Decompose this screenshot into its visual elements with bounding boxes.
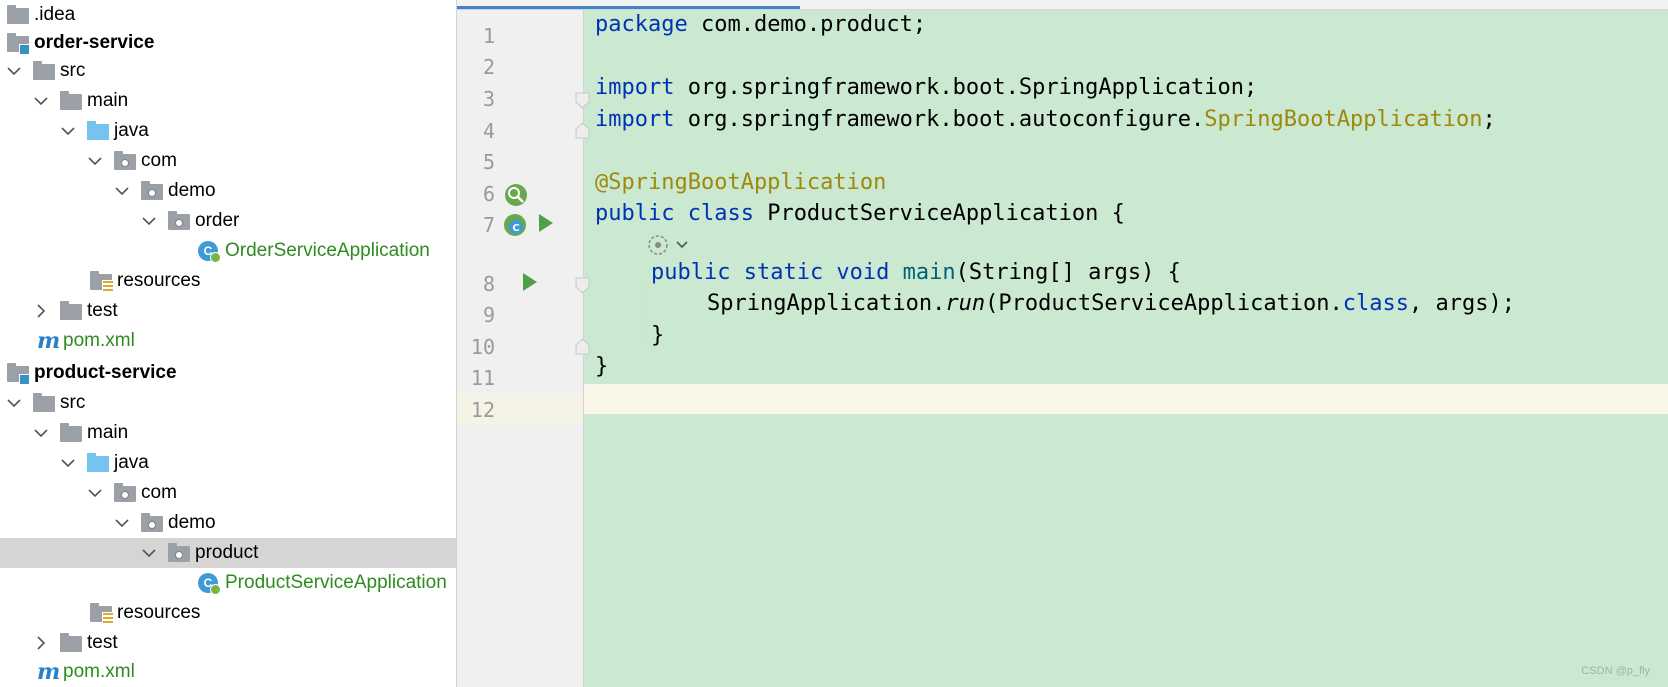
fold-marker-icon[interactable]: [575, 92, 590, 109]
tree-item-product-service-application[interactable]: C ProductServiceApplication: [0, 568, 456, 598]
tree-item-com[interactable]: com: [0, 478, 456, 508]
folder-icon: [6, 4, 30, 26]
tree-item-java[interactable]: java: [0, 116, 456, 146]
current-line-highlight: [584, 384, 1668, 414]
tree-item-order-service[interactable]: order-service: [0, 28, 456, 58]
source-folder-icon: [86, 120, 110, 142]
tree-item-pom[interactable]: m pom.xml: [0, 657, 456, 687]
tree-item-demo[interactable]: demo: [0, 508, 456, 538]
module-folder-icon: [6, 362, 30, 385]
folder-icon: [32, 392, 56, 414]
code-editor[interactable]: 1 2 3 4 5 6 7 8 9 10 11 12 C package com…: [457, 0, 1668, 687]
line-number: 7: [482, 213, 495, 237]
tree-item-idea[interactable]: .idea: [0, 0, 456, 30]
tree-item-main[interactable]: main: [0, 86, 456, 116]
tree-item-main[interactable]: main: [0, 418, 456, 448]
tree-item-com[interactable]: com: [0, 146, 456, 176]
line-number: 1: [482, 24, 495, 48]
line-number: 8: [482, 272, 495, 296]
source-folder-icon: [86, 452, 110, 474]
run-class-icon[interactable]: [539, 214, 553, 232]
chevron-down-icon[interactable]: [141, 538, 157, 568]
package-icon: [167, 542, 191, 564]
spring-bean-search-icon[interactable]: [503, 182, 529, 208]
line-number: 6: [482, 182, 495, 206]
folder-icon: [59, 300, 83, 322]
indent-guide: [646, 287, 647, 343]
maven-icon: m: [37, 328, 61, 354]
chevron-down-icon[interactable]: [60, 448, 76, 478]
tree-item-resources[interactable]: resources: [0, 598, 456, 628]
tree-item-src[interactable]: src: [0, 56, 456, 86]
tree-item-order[interactable]: order: [0, 206, 456, 236]
package-icon: [140, 512, 164, 534]
code-line-4[interactable]: import org.springframework.boot.autoconf…: [595, 105, 1496, 135]
code-line-10[interactable]: }: [651, 321, 664, 351]
tree-item-src[interactable]: src: [0, 388, 456, 418]
code-line-3[interactable]: import org.springframework.boot.SpringAp…: [595, 73, 1257, 103]
tree-item-resources[interactable]: resources: [0, 266, 456, 296]
line-number: 12: [470, 398, 495, 422]
chevron-down-icon[interactable]: [141, 206, 157, 236]
chevron-down-icon[interactable]: [60, 116, 76, 146]
chevron-down-icon[interactable]: [6, 388, 22, 418]
editor-gutter[interactable]: 1 2 3 4 5 6 7 8 9 10 11 12 C: [457, 10, 590, 687]
package-icon: [113, 150, 137, 172]
chevron-down-icon[interactable]: [6, 56, 22, 86]
package-icon: [140, 180, 164, 202]
line-number: 2: [482, 55, 495, 79]
tree-item-java[interactable]: java: [0, 448, 456, 478]
line-number: 9: [482, 303, 495, 327]
tree-item-demo[interactable]: demo: [0, 176, 456, 206]
code-line-11[interactable]: }: [595, 352, 608, 382]
tree-item-pom[interactable]: m pom.xml: [0, 326, 456, 356]
package-icon: [167, 210, 191, 232]
code-line-6[interactable]: @SpringBootApplication: [595, 168, 886, 198]
chevron-down-icon[interactable]: [114, 176, 130, 206]
tree-item-order-service-application[interactable]: C OrderServiceApplication: [0, 236, 456, 266]
chevron-down-icon[interactable]: [87, 478, 103, 508]
tree-item-test[interactable]: test: [0, 628, 456, 658]
tree-item-test[interactable]: test: [0, 296, 456, 326]
fold-marker-icon[interactable]: [575, 122, 590, 139]
active-tab-indicator[interactable]: [457, 6, 800, 9]
module-folder-icon: [6, 32, 30, 55]
tree-item-product-service[interactable]: product-service: [0, 358, 456, 388]
maven-icon: m: [37, 659, 61, 685]
chevron-down-icon[interactable]: [33, 418, 49, 448]
resources-folder-icon: [89, 270, 114, 293]
line-number: 11: [470, 366, 495, 390]
line-number: 4: [482, 119, 495, 143]
folder-icon: [59, 422, 83, 444]
chevron-down-icon[interactable]: [114, 508, 130, 538]
fold-marker-icon[interactable]: [575, 338, 590, 355]
spring-class-icon: C: [197, 572, 221, 595]
fold-marker-icon[interactable]: [575, 277, 590, 294]
svg-text:C: C: [512, 223, 519, 234]
code-line-9[interactable]: SpringApplication.run(ProductServiceAppl…: [707, 289, 1515, 319]
folder-icon: [59, 90, 83, 112]
folder-icon: [32, 60, 56, 82]
spring-class-icon: C: [197, 240, 221, 263]
chevron-right-icon[interactable]: [33, 628, 49, 658]
chevron-down-icon[interactable]: [87, 146, 103, 176]
folder-icon: [59, 632, 83, 654]
code-line-1[interactable]: package com.demo.product;: [595, 10, 926, 40]
chevron-down-icon[interactable]: [33, 86, 49, 116]
line-number: 5: [482, 150, 495, 174]
line-number: 3: [482, 87, 495, 111]
package-icon: [113, 482, 137, 504]
code-line-8[interactable]: public static void main(String[] args) {: [651, 258, 1181, 288]
spring-bean-class-icon[interactable]: C: [503, 213, 529, 239]
tree-item-product[interactable]: product: [0, 538, 456, 568]
line-number: 10: [470, 335, 495, 359]
inlay-hint[interactable]: [647, 232, 697, 258]
chevron-right-icon[interactable]: [33, 296, 49, 326]
resources-folder-icon: [89, 602, 114, 625]
code-line-7[interactable]: public class ProductServiceApplication {: [595, 199, 1125, 229]
watermark: CSDN @p_fly: [1581, 665, 1650, 677]
project-tree[interactable]: .idea order-service src main java com de…: [0, 0, 457, 687]
run-main-icon[interactable]: [523, 273, 537, 291]
